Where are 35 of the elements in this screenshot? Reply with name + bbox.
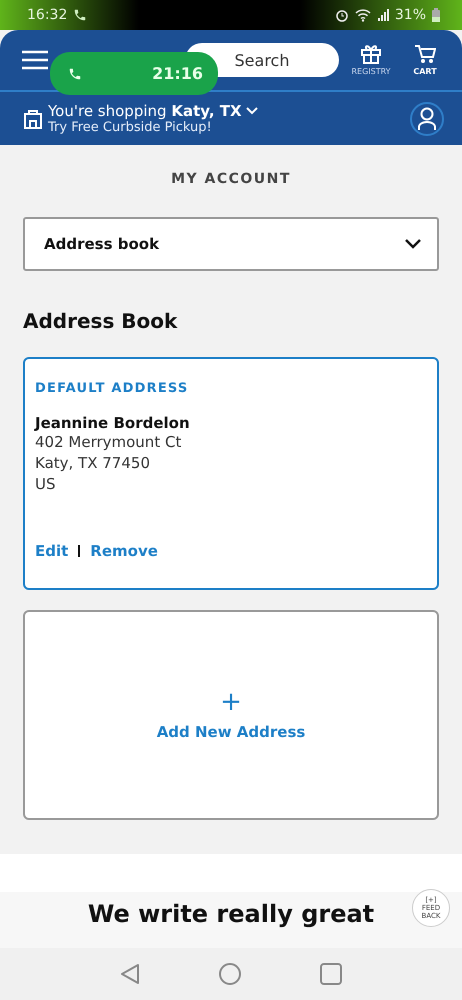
section-dropdown[interactable]: Address book [23, 217, 439, 271]
chevron-down-icon [246, 107, 258, 115]
address-name: Jeannine Bordelon [35, 414, 191, 432]
call-indicator[interactable]: 21:16 [50, 52, 218, 95]
section-heading: Address Book [23, 309, 178, 333]
alarm-icon [334, 8, 349, 22]
add-address-button[interactable]: + Add New Address [23, 610, 439, 820]
signal-icon [376, 9, 389, 21]
curbside-pickup-text: Try Free Curbside Pickup! [48, 120, 213, 135]
address-line: 402 Merrymount Ct [35, 432, 182, 453]
remove-link[interactable]: Remove [90, 542, 158, 560]
home-icon[interactable] [218, 963, 241, 985]
wifi-icon [354, 8, 371, 22]
back-icon[interactable] [120, 963, 140, 985]
store-icon [24, 108, 42, 128]
clock: 16:32 [27, 7, 68, 23]
cart-icon [414, 44, 436, 64]
address-line: Katy, TX 77450 [35, 453, 151, 474]
chevron-down-icon [405, 239, 421, 249]
battery-level: 31% [394, 7, 426, 23]
store-location-link[interactable]: You're shopping Katy, TX [48, 102, 404, 120]
battery-icon [432, 8, 440, 22]
recent-apps-icon[interactable] [320, 963, 342, 985]
gift-icon [360, 44, 382, 64]
cart-button[interactable]: CART [403, 44, 447, 76]
phone-icon [68, 66, 82, 80]
footer-heading: We write really great [88, 900, 374, 928]
page-title: MY ACCOUNT [170, 171, 292, 187]
edit-link[interactable]: Edit [35, 542, 68, 560]
phone-icon [73, 8, 88, 22]
address-line: US [35, 474, 57, 495]
account-icon[interactable] [410, 102, 444, 136]
registry-button[interactable]: REGISTRY [349, 44, 393, 76]
menu-icon[interactable] [22, 50, 48, 70]
default-address-label: DEFAULT ADDRESS [35, 381, 190, 396]
